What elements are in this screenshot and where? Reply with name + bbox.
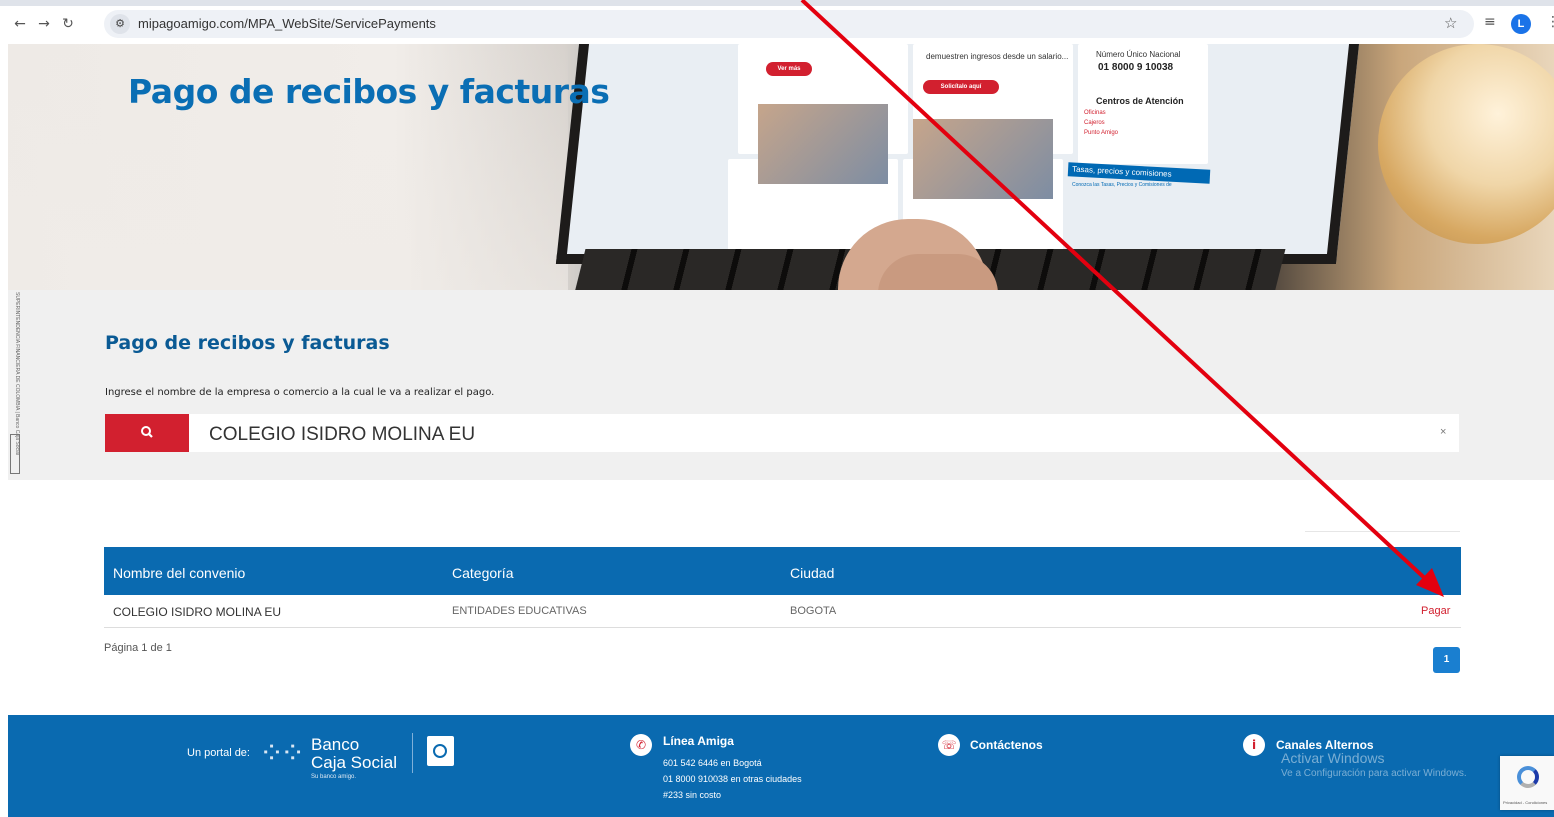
hero-photo-couple [758, 104, 888, 184]
linea-line: #233 sin costo [663, 790, 722, 800]
back-icon[interactable]: ← [10, 14, 30, 34]
contact-title[interactable]: Contáctenos [970, 738, 1043, 752]
address-bar[interactable]: ⚙ mipagoamigo.com/MPA_WebSite/ServicePay… [104, 10, 1474, 38]
linea-line: 601 542 6446 en Bogotá [663, 758, 762, 768]
hero-photo-people [913, 119, 1053, 199]
bank-name-line2[interactable]: Caja Social [311, 753, 397, 773]
hero-number: 01 8000 9 10038 [1098, 62, 1174, 73]
page-info: Página 1 de 1 [104, 642, 172, 654]
badge-icon [433, 744, 447, 758]
hero-banner: demuestren ingresos desde un salario... … [8, 44, 1554, 290]
reading-list-icon[interactable]: ≡ [1484, 14, 1496, 30]
phone-icon: ✆ [630, 734, 652, 756]
column-header-city[interactable]: Ciudad [790, 565, 834, 581]
url-text[interactable]: mipagoamigo.com/MPA_WebSite/ServicePayme… [138, 16, 436, 31]
column-header-name[interactable]: Nombre del convenio [113, 565, 245, 581]
hero-link: Oficinas [1084, 110, 1106, 116]
bank-logo-icon: ⁘⁘ [259, 737, 305, 770]
tab-strip [0, 0, 1554, 6]
forward-icon[interactable]: → [34, 14, 54, 34]
recaptcha-icon [1517, 766, 1539, 788]
hero-number-label: Número Único Nacional [1096, 50, 1181, 59]
footer-divider [412, 733, 413, 773]
info-icon: i [1243, 734, 1265, 756]
hero-screen-text: demuestren ingresos desde un salario... [926, 52, 1069, 61]
bookmark-star-icon[interactable]: ☆ [1444, 14, 1457, 32]
search-input[interactable] [209, 424, 1359, 446]
pagination-page-button[interactable]: 1 [1433, 647, 1460, 673]
hero-link: Punto Amigo [1084, 130, 1119, 136]
recaptcha-text: Privacidad - Condiciones [1503, 800, 1548, 805]
profile-avatar[interactable]: L [1511, 14, 1531, 34]
hero-rates-sub: Conozca las Tasas, Precios y Comisiones … [1072, 182, 1172, 188]
pay-link[interactable]: Pagar [1421, 605, 1450, 617]
vigilado-logo [10, 434, 20, 474]
hero-screen-button: Solicítalo aquí [923, 80, 999, 94]
portal-label: Un portal de: [187, 747, 250, 759]
menu-icon[interactable]: ⋮ [1546, 14, 1554, 30]
search-icon [141, 426, 153, 438]
page-title: Pago de recibos y facturas [105, 332, 390, 354]
linea-line: 01 8000 910038 en otras ciudades [663, 774, 802, 784]
bank-tagline: Su banco amigo. [311, 774, 357, 780]
hero-screen-button: Ver más [766, 62, 812, 76]
divider [1305, 531, 1460, 532]
search-hint: Ingrese el nombre de la empresa o comerc… [105, 387, 495, 398]
cell-city: BOGOTA [790, 605, 837, 617]
bank-name-line1[interactable]: Banco [311, 735, 359, 755]
browser-toolbar: ← → ↻ ⚙ mipagoamigo.com/MPA_WebSite/Serv… [0, 0, 1554, 48]
reload-icon[interactable]: ↻ [58, 14, 78, 34]
site-info-icon[interactable]: ⚙ [110, 14, 130, 34]
search-button[interactable] [105, 414, 189, 452]
hero-centers: Centros de Atención [1096, 96, 1184, 106]
footer [8, 715, 1554, 817]
cell-name: COLEGIO ISIDRO MOLINA EU [113, 605, 282, 619]
windows-watermark-sub: Ve a Configuración para activar Windows. [1281, 768, 1467, 779]
windows-watermark: Activar Windows [1281, 750, 1385, 766]
contact-icon: ☏ [938, 734, 960, 756]
linea-amiga-title[interactable]: Línea Amiga [663, 734, 734, 748]
table-header [104, 547, 1461, 595]
row-divider [104, 627, 1461, 628]
hero-coffee-cup [1378, 44, 1554, 244]
column-header-category[interactable]: Categoría [452, 565, 513, 581]
hero-title: Pago de recibos y facturas [128, 72, 610, 111]
cell-category: ENTIDADES EDUCATIVAS [452, 605, 587, 617]
hero-link: Cajeros [1084, 120, 1105, 126]
clear-search-icon[interactable]: × [1440, 426, 1446, 438]
